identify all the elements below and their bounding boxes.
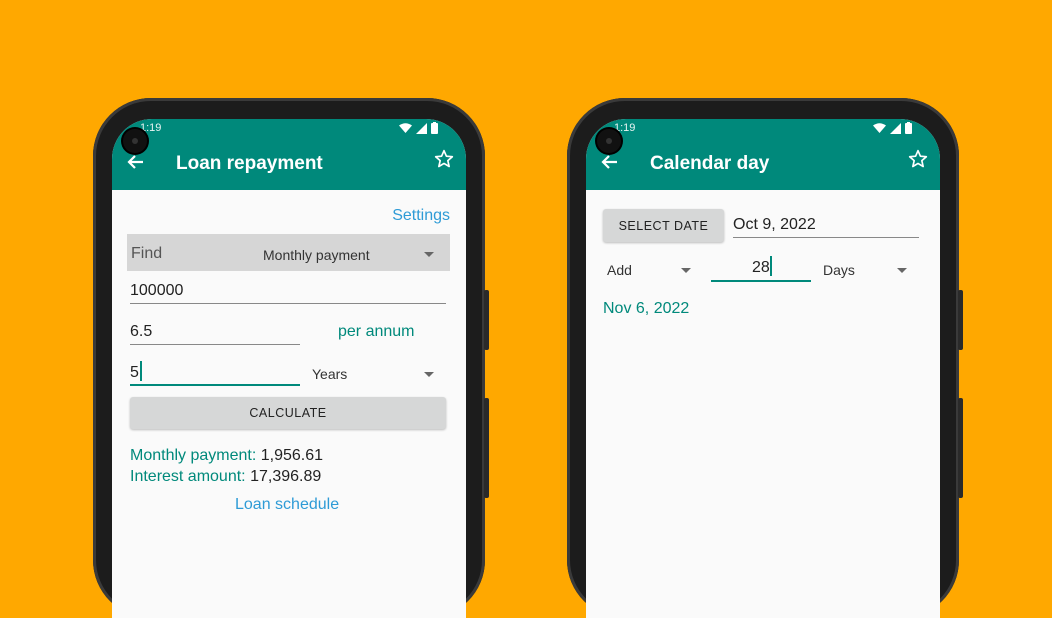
interest-label: Interest amount: <box>130 468 246 485</box>
cell-signal-icon <box>890 122 901 134</box>
app-bar: Loan repayment <box>112 139 466 190</box>
interest-row: Interest amount: 17,396.89 <box>130 468 321 486</box>
find-select[interactable]: Find Monthly payment <box>127 234 450 271</box>
star-icon[interactable] <box>434 149 454 175</box>
result-date: Nov 6, 2022 <box>603 300 690 317</box>
amount-underline <box>711 280 811 282</box>
text-cursor <box>770 256 772 276</box>
interest-value: 17,396.89 <box>250 468 322 485</box>
monthly-payment-value: 1,956.61 <box>260 447 324 464</box>
term-unit-value: Years <box>312 366 348 382</box>
page-title: Calendar day <box>650 153 770 174</box>
operation-select[interactable]: Add <box>603 254 698 284</box>
unit-select-value: Days <box>823 262 855 278</box>
dropdown-caret-icon <box>897 268 907 273</box>
volume-button <box>958 398 963 498</box>
battery-icon <box>905 122 912 134</box>
camera-icon <box>597 129 621 153</box>
monthly-payment-row: Monthly payment: 1,956.61 <box>130 447 323 465</box>
wifi-icon <box>873 122 886 133</box>
rate-unit-label: per annum <box>338 323 415 340</box>
dropdown-caret-icon <box>681 268 691 273</box>
select-date-button[interactable]: SELECT DATE <box>603 209 724 242</box>
battery-icon <box>431 122 438 134</box>
phone-left: 1:19 Loan repayment Settings Find Monthl… <box>93 98 489 618</box>
amount-input[interactable]: 28 <box>752 259 770 277</box>
find-select-value: Monthly payment <box>263 247 370 263</box>
page-title: Loan repayment <box>176 153 323 174</box>
wifi-icon <box>399 122 412 133</box>
calculate-button[interactable]: CALCULATE <box>130 397 446 429</box>
screen-calendar: 1:19 Calendar day SELECT DATE Oct 9, 202… <box>586 119 940 618</box>
amount-underline <box>130 303 446 304</box>
unit-select[interactable]: Days <box>819 254 919 284</box>
date-value[interactable]: Oct 9, 2022 <box>733 216 816 234</box>
screen-loan: 1:19 Loan repayment Settings Find Monthl… <box>112 119 466 618</box>
dropdown-caret-icon <box>424 252 434 257</box>
monthly-payment-label: Monthly payment: <box>130 447 257 464</box>
term-input[interactable]: 5 <box>130 364 139 382</box>
phone-right: 1:19 Calendar day SELECT DATE Oct 9, 202… <box>567 98 963 618</box>
text-cursor <box>140 361 142 381</box>
camera-icon <box>123 129 147 153</box>
term-underline <box>130 384 300 386</box>
app-bar: Calendar day <box>586 139 940 190</box>
back-arrow-icon[interactable] <box>126 151 144 177</box>
back-arrow-icon[interactable] <box>600 151 618 177</box>
rate-underline <box>130 344 300 345</box>
loan-schedule-link[interactable]: Loan schedule <box>235 496 339 514</box>
status-bar: 1:19 <box>586 119 940 139</box>
settings-link[interactable]: Settings <box>392 207 450 225</box>
cell-signal-icon <box>416 122 427 134</box>
status-icons <box>399 122 438 134</box>
power-button <box>484 290 489 350</box>
rate-input[interactable]: 6.5 <box>130 323 152 341</box>
star-icon[interactable] <box>908 149 928 175</box>
date-underline <box>733 237 919 238</box>
amount-input[interactable]: 100000 <box>130 282 183 300</box>
power-button <box>958 290 963 350</box>
find-label: Find <box>131 245 163 262</box>
dropdown-caret-icon <box>424 372 434 377</box>
operation-select-value: Add <box>607 262 632 278</box>
status-icons <box>873 122 912 134</box>
term-unit-select[interactable]: Years <box>310 358 440 388</box>
volume-button <box>484 398 489 498</box>
status-bar: 1:19 <box>112 119 466 139</box>
